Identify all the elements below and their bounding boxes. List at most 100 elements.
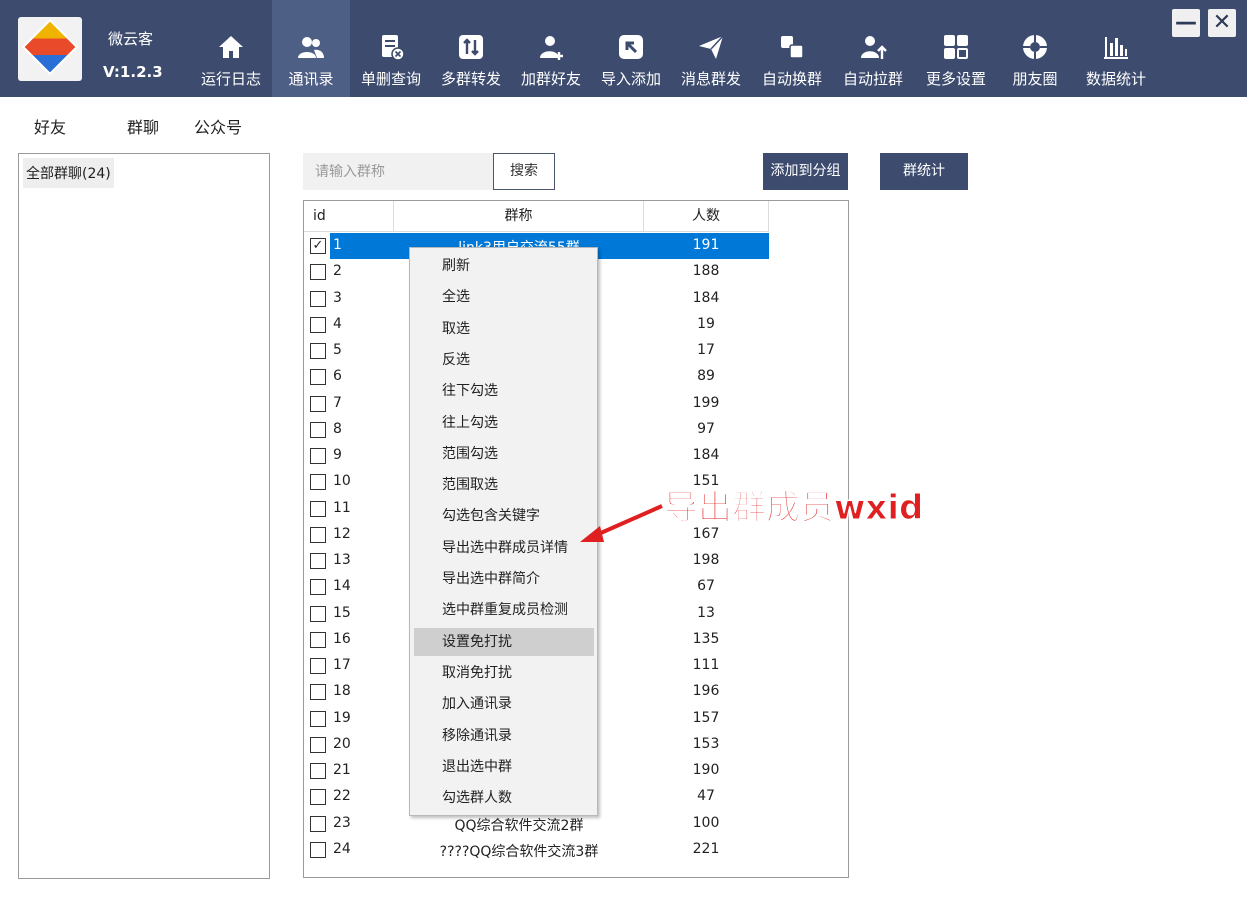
row-member-count: 17 xyxy=(697,342,715,358)
row-id: 3 xyxy=(333,289,342,306)
row-id: 14 xyxy=(333,578,351,595)
row-checkbox[interactable] xyxy=(310,343,326,359)
row-checkbox[interactable] xyxy=(310,789,326,806)
toolbar-contacts[interactable]: 通讯录 xyxy=(272,0,350,97)
row-checkbox[interactable] xyxy=(310,448,326,464)
context-menu-item[interactable]: 退出选中群 xyxy=(414,753,594,781)
toolbar-mass-message[interactable]: 消息群发 xyxy=(672,0,750,97)
column-header-name[interactable]: 群称 xyxy=(394,201,644,232)
row-checkbox[interactable] xyxy=(310,290,326,307)
context-menu-item[interactable]: 取消免打扰 xyxy=(414,659,594,687)
row-member-count: 184 xyxy=(692,289,720,306)
minimize-button[interactable]: — xyxy=(1172,9,1200,37)
toolbar-moments[interactable]: 朋友圈 xyxy=(998,0,1072,97)
toolbar-auto-switch-group[interactable]: 自动换群 xyxy=(752,0,832,97)
table-row[interactable]: 24 ????QQ综合软件交流3群 221 xyxy=(304,837,769,863)
row-checkbox[interactable] xyxy=(310,500,326,517)
search-button[interactable]: 搜索 xyxy=(493,153,555,190)
pull-user-icon xyxy=(861,36,887,59)
grid-icon xyxy=(944,35,968,59)
row-checkbox[interactable] xyxy=(310,579,326,596)
row-checkbox[interactable] xyxy=(310,710,326,727)
transfer-icon xyxy=(459,35,483,59)
toolbar-import-add[interactable]: 导入添加 xyxy=(592,0,670,97)
column-header-id[interactable]: id xyxy=(304,201,394,232)
row-member-count: 199 xyxy=(692,394,720,411)
row-checkbox[interactable] xyxy=(310,763,326,779)
row-id: 22 xyxy=(333,788,351,805)
context-menu-item[interactable]: 勾选群人数 xyxy=(414,784,594,812)
row-group-name: ????QQ综合软件交流3群 xyxy=(439,843,599,860)
add-to-group-button[interactable]: 添加到分组 xyxy=(763,153,848,190)
row-checkbox[interactable] xyxy=(310,841,326,858)
row-checkbox[interactable] xyxy=(310,658,326,674)
row-checkbox[interactable] xyxy=(310,684,326,701)
context-menu-item[interactable]: 反选 xyxy=(414,346,594,374)
toolbar-add-group-friends[interactable]: 加群好友 xyxy=(512,0,590,97)
search-input[interactable] xyxy=(303,153,493,190)
row-checkbox[interactable] xyxy=(310,395,326,412)
context-menu-item[interactable]: 刷新 xyxy=(414,252,594,280)
row-checkbox[interactable] xyxy=(310,264,326,281)
app-name: 微云客 xyxy=(108,30,154,48)
group-list-item-all[interactable]: 全部群聊(24) xyxy=(23,158,114,188)
app-logo xyxy=(18,17,82,81)
group-stats-button[interactable]: 群统计 xyxy=(880,153,968,190)
row-checkbox[interactable] xyxy=(310,421,326,438)
row-checkbox[interactable] xyxy=(310,316,326,333)
context-menu-item[interactable]: 全选 xyxy=(414,283,594,311)
row-checkbox[interactable] xyxy=(310,553,326,569)
row-checkbox[interactable] xyxy=(310,605,326,622)
row-checkbox[interactable] xyxy=(310,736,326,753)
row-member-count: 111 xyxy=(692,657,720,673)
context-menu-item[interactable]: 范围勾选 xyxy=(414,440,594,468)
context-menu-item[interactable]: 导出选中群成员详情 xyxy=(414,534,594,562)
context-menu-item[interactable]: 设置免打扰 xyxy=(414,627,594,656)
row-checkbox[interactable] xyxy=(310,815,326,832)
row-id: 6 xyxy=(333,368,342,385)
top-toolbar: 微云客 V:1.2.3 运行日志 通讯录 单删查询 多群转发 加群好友 导入添加 xyxy=(0,0,1247,97)
column-header-count[interactable]: 人数 xyxy=(644,201,769,232)
toolbar-multi-forward[interactable]: 多群转发 xyxy=(432,0,510,97)
row-checkbox[interactable] xyxy=(310,526,326,543)
context-menu-item[interactable]: 往上勾选 xyxy=(414,409,594,437)
context-menu-item[interactable]: 加入通讯录 xyxy=(414,690,594,718)
row-group-name: QQ综合软件交流2群 xyxy=(454,817,584,834)
context-menu-item[interactable]: 移除通讯录 xyxy=(414,722,594,750)
row-id: 20 xyxy=(333,735,351,752)
row-id: 19 xyxy=(333,709,351,726)
context-menu-item[interactable]: 范围取选 xyxy=(414,471,594,499)
context-menu-item[interactable]: 导出选中群简介 xyxy=(414,565,594,593)
document-delete-icon xyxy=(382,35,405,61)
context-menu-item[interactable]: 取选 xyxy=(414,315,594,343)
row-id: 16 xyxy=(333,630,351,647)
add-user-icon xyxy=(540,36,563,60)
row-member-count: 196 xyxy=(692,683,720,700)
toolbar-run-log[interactable]: 运行日志 xyxy=(192,0,270,97)
toolbar-label: 加群好友 xyxy=(520,70,581,88)
app-window: 微云客 V:1.2.3 运行日志 通讯录 单删查询 多群转发 加群好友 导入添加 xyxy=(0,0,1247,901)
row-id: 12 xyxy=(333,525,351,542)
toolbar-more-settings[interactable]: 更多设置 xyxy=(914,0,998,97)
tab-friends[interactable]: 好友 xyxy=(34,114,66,138)
context-menu-item[interactable]: 往下勾选 xyxy=(414,377,594,405)
row-checkbox[interactable]: ✓ xyxy=(310,238,326,254)
row-checkbox[interactable] xyxy=(310,631,326,648)
row-checkbox[interactable] xyxy=(310,474,326,491)
close-button[interactable]: ✕ xyxy=(1208,9,1236,37)
tab-official-accounts[interactable]: 公众号 xyxy=(194,114,242,138)
toolbar-single-delete[interactable]: 单删查询 xyxy=(352,0,430,97)
toolbar-label: 自动换群 xyxy=(761,70,822,88)
toolbar-data-stats[interactable]: 数据统计 xyxy=(1076,0,1156,97)
home-icon xyxy=(219,36,243,58)
context-menu-item[interactable]: 勾选包含关键字 xyxy=(414,502,594,530)
row-member-count: 89 xyxy=(697,368,715,385)
row-member-count: 100 xyxy=(692,814,720,831)
row-member-count: 157 xyxy=(692,709,720,726)
toolbar-auto-pull-group[interactable]: 自动拉群 xyxy=(834,0,912,97)
red-arrow-icon xyxy=(580,504,663,542)
send-icon xyxy=(699,35,724,59)
row-checkbox[interactable] xyxy=(310,369,326,386)
context-menu-item[interactable]: 选中群重复成员检测 xyxy=(414,596,594,624)
tab-group-chats[interactable]: 群聊 xyxy=(127,114,159,138)
